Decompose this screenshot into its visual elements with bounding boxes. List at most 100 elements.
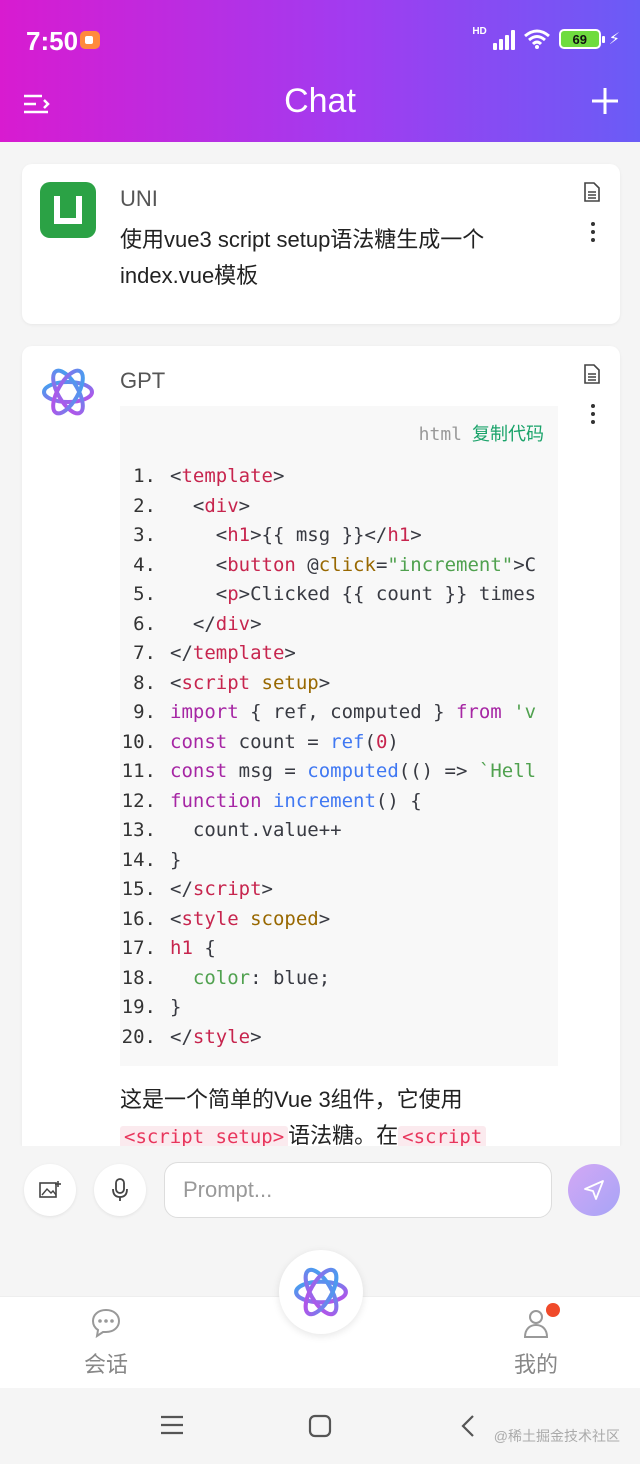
- mic-icon: [112, 1178, 128, 1201]
- doc-icon[interactable]: [584, 182, 600, 202]
- code-line: 20. </style >: [120, 1023, 536, 1053]
- code-token: </: [170, 642, 193, 664]
- line-number: 14.: [121, 848, 156, 871]
- openai-logo-icon: [294, 1267, 348, 1317]
- image-icon: [39, 1181, 61, 1198]
- prompt-input[interactable]: [164, 1162, 552, 1218]
- code-token: >: [318, 907, 331, 930]
- more-icon[interactable]: [590, 222, 596, 244]
- code-token: >: [250, 1025, 262, 1048]
- code-line: 19.}: [120, 993, 536, 1023]
- code-token: >: [318, 671, 331, 694]
- code-line: 6. </div >: [120, 610, 536, 640]
- battery-indicator: 69: [558, 29, 605, 49]
- code-token: >C: [513, 553, 537, 576]
- network-type: HD: [472, 25, 487, 37]
- code-token: computed: [307, 760, 399, 782]
- code-token: import: [170, 701, 239, 723]
- code-header: html 复制代码: [419, 420, 544, 446]
- code-token: count =: [227, 730, 331, 753]
- code-token: >: [238, 494, 251, 517]
- code-line: 11. const msg = computed(() => `Hell: [120, 757, 536, 787]
- send-button[interactable]: [568, 1164, 620, 1216]
- code-token: </: [170, 1025, 193, 1048]
- voice-button[interactable]: [94, 1164, 146, 1216]
- chat-bubble-icon: [91, 1308, 121, 1339]
- code-line: 9. import { ref, computed } from 'v: [120, 698, 536, 728]
- code-token: template: [181, 465, 273, 487]
- code-token: h1: [387, 524, 411, 546]
- openai-logo-icon: [42, 368, 94, 416]
- code-token: >Clicked {{ count }} times: [238, 583, 537, 605]
- line-number: 7.: [133, 642, 156, 664]
- code-token: >: [261, 878, 273, 900]
- message-text: 使用vue3 script setup语法糖生成一个index.vue模板: [120, 227, 485, 288]
- line-number: 15.: [121, 878, 156, 900]
- code-token: template: [192, 642, 285, 664]
- code-line: 2. < div >: [120, 492, 536, 522]
- code-token: }: [170, 996, 182, 1018]
- code-line: 13. count.value++: [120, 816, 536, 846]
- code-token: setup: [261, 671, 319, 694]
- line-number: 6.: [133, 612, 156, 635]
- code-token: =: [375, 553, 388, 576]
- image-button[interactable]: [24, 1164, 76, 1216]
- status-icons: HD 69 ⚡: [472, 25, 620, 50]
- code-token: </: [170, 612, 216, 635]
- line-number: 2.: [133, 494, 156, 517]
- gpt-avatar: [40, 364, 96, 420]
- doc-icon[interactable]: [584, 364, 600, 384]
- home-icon[interactable]: [308, 1414, 332, 1438]
- code-line: 14.}: [120, 846, 536, 876]
- nav-bar: Chat: [0, 80, 640, 142]
- code-line: 18. color: blue;: [120, 964, 536, 994]
- code-line: 15. </script >: [120, 875, 536, 905]
- uni-logo-icon: [54, 196, 82, 224]
- line-number: 16.: [121, 907, 156, 930]
- uni-avatar: [40, 182, 96, 238]
- code-token: p: [227, 583, 239, 605]
- code-token: script: [192, 878, 262, 900]
- more-icon[interactable]: [590, 404, 596, 426]
- plus-icon[interactable]: [590, 86, 620, 116]
- code-token: () {: [375, 789, 422, 812]
- code-token: div: [204, 494, 239, 517]
- code-token: >: [250, 612, 262, 635]
- line-number: 9.: [133, 701, 156, 723]
- line-number: 5.: [133, 583, 156, 605]
- tab-chat[interactable]: 会话: [46, 1307, 166, 1379]
- message-author: UNI: [120, 186, 158, 211]
- code-token: }: [170, 848, 182, 871]
- code-token: h1: [227, 524, 251, 546]
- code-token: style: [181, 907, 239, 930]
- code-token: function: [170, 789, 262, 812]
- line-number: 4.: [133, 553, 156, 576]
- tab-me-label: 我的: [513, 1352, 558, 1377]
- code-token: h1: [170, 937, 193, 959]
- code-line: 17. h1 {: [120, 934, 536, 964]
- code-token: (() =>: [398, 760, 479, 782]
- code-token: count.value++: [170, 819, 342, 841]
- line-number: 10.: [121, 730, 156, 753]
- back-icon[interactable]: [460, 1414, 476, 1438]
- code-token: >: [272, 465, 285, 487]
- center-assistant-button[interactable]: [279, 1250, 363, 1334]
- tab-me[interactable]: 我的: [476, 1303, 596, 1379]
- recent-apps-icon[interactable]: [160, 1414, 184, 1436]
- answer-mid: 语法糖。在: [288, 1123, 399, 1146]
- copy-code-button[interactable]: 复制代码: [472, 424, 544, 445]
- code-line: 3. < h1 >{{ msg }}</h1 >: [120, 521, 536, 551]
- code-token: </: [170, 878, 193, 900]
- code-line: 16. < style scoped >: [120, 905, 536, 935]
- code-line: 5. < p >Clicked {{ count }} times: [120, 580, 536, 610]
- code-token: >{{ msg }}</: [250, 524, 388, 546]
- code-lines: 1. < template >2. < div >3. < h1 >{{ msg }}</h1…: [120, 462, 536, 1052]
- code-token: <: [170, 524, 228, 546]
- charging-icon: ⚡: [608, 31, 620, 48]
- code-block: html 复制代码 1. < template >2. < div >3. < h1 >{{ m…: [120, 406, 558, 1066]
- line-number: 8.: [133, 671, 156, 694]
